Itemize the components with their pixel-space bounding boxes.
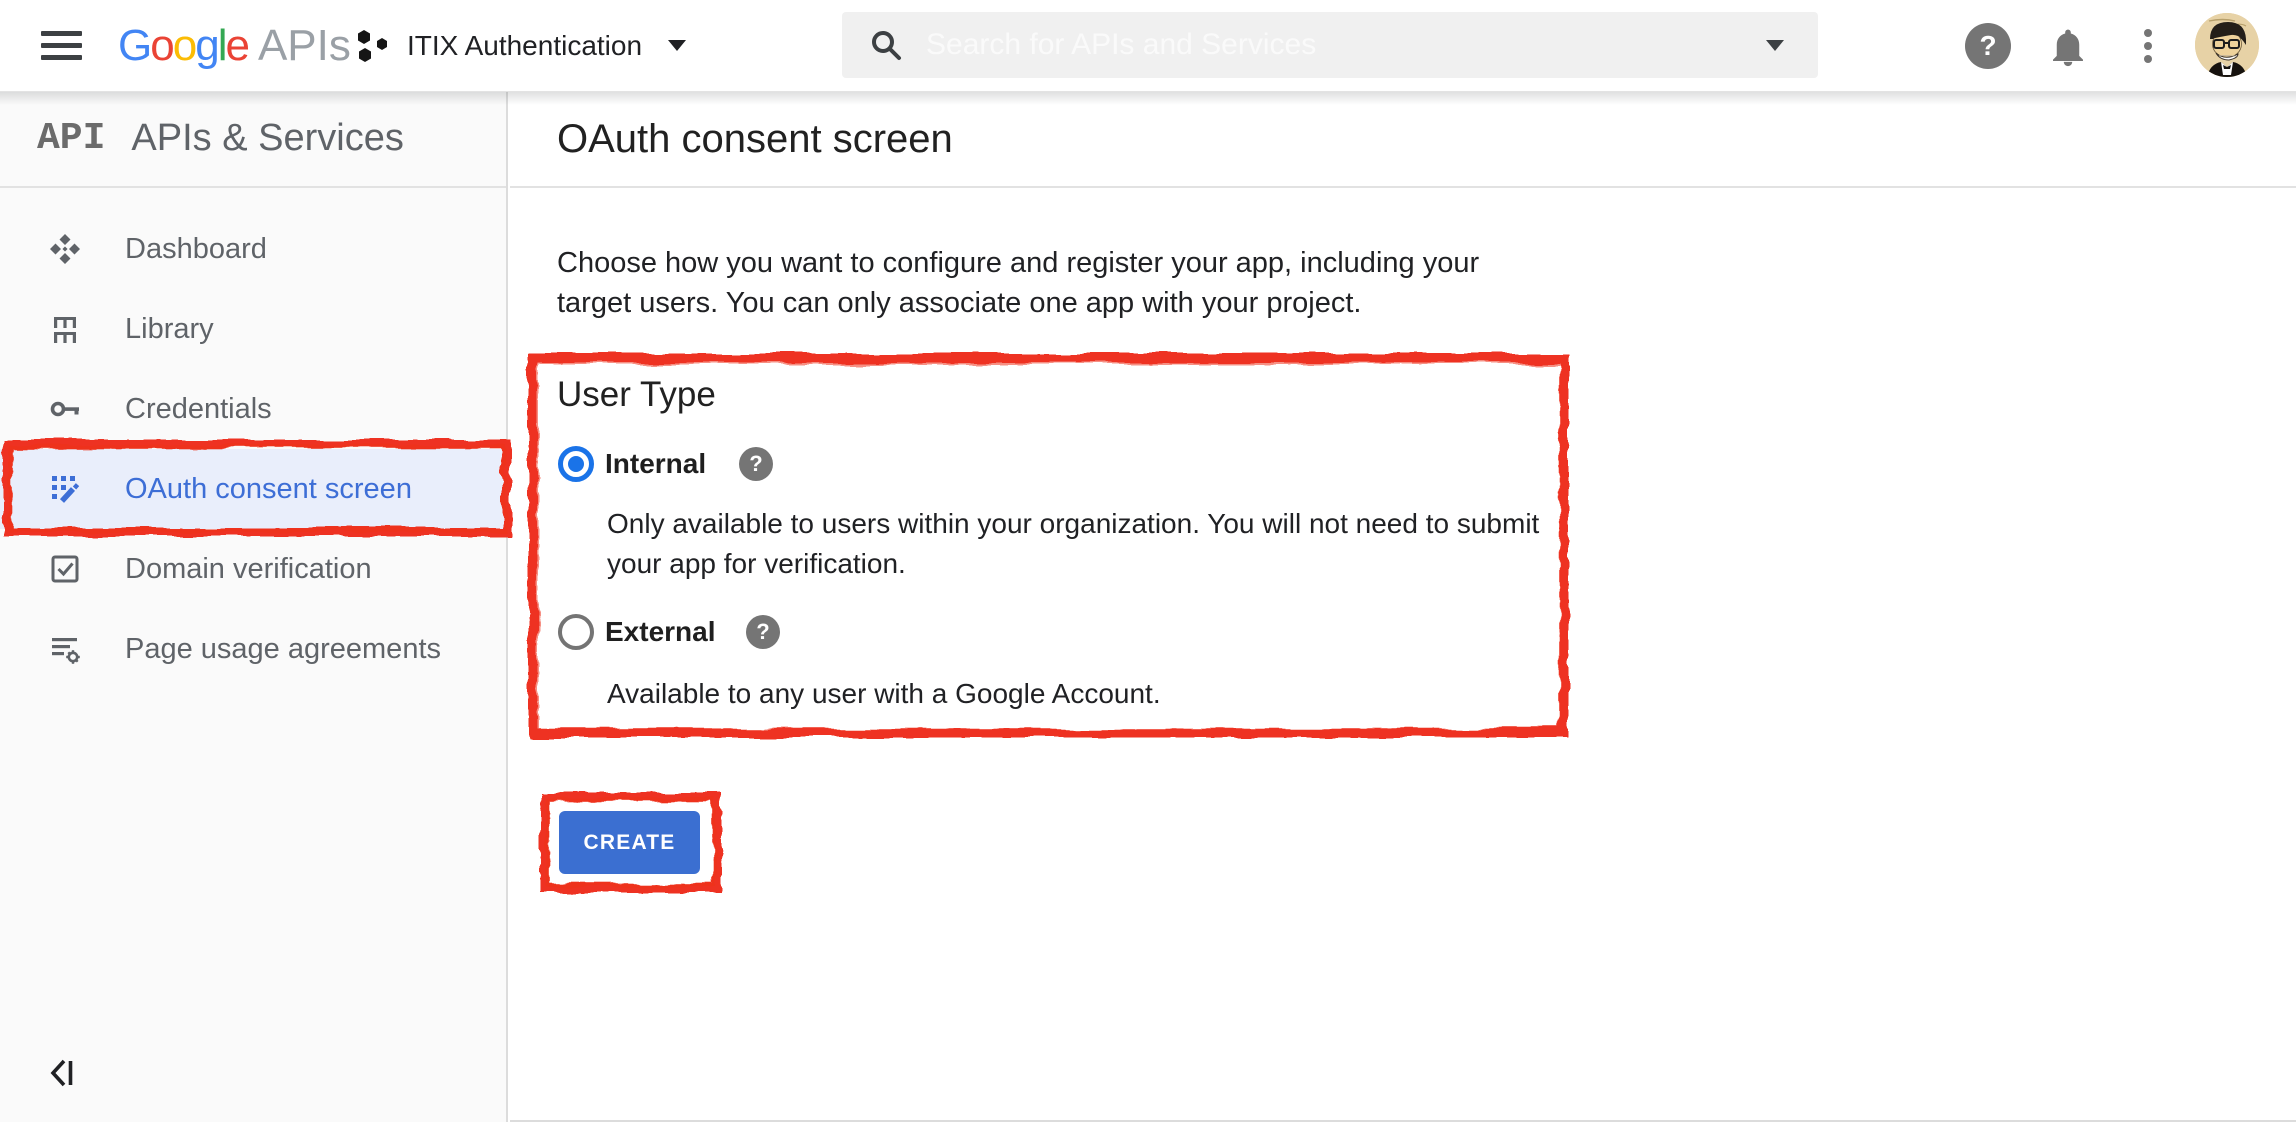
internal-label: Internal — [605, 446, 706, 482]
search-dropdown-caret-icon[interactable] — [1766, 40, 1784, 51]
sidebar-header: API APIs & Services — [0, 91, 506, 188]
notifications-button[interactable] — [2045, 0, 2091, 91]
user-type-heading: User Type — [557, 375, 716, 415]
sidebar-title: APIs & Services — [131, 117, 403, 160]
sidebar-nav: Dashboard Library — [0, 188, 506, 689]
page-usage-icon — [48, 632, 82, 666]
vertical-dots-icon — [2144, 29, 2152, 63]
google-apis-logo[interactable]: Google APIs — [118, 0, 351, 91]
internal-help-icon[interactable]: ? — [739, 447, 773, 481]
bell-icon — [2046, 24, 2090, 68]
api-product-logo: API — [37, 117, 105, 160]
external-radio[interactable] — [558, 614, 594, 650]
internal-radio[interactable] — [558, 446, 594, 482]
internal-description: Only available to users within your orga… — [607, 504, 1557, 584]
external-description: Available to any user with a Google Acco… — [607, 674, 1557, 714]
help-icon: ? — [1965, 23, 2011, 69]
google-logo-text: Google — [118, 21, 248, 71]
consent-screen-icon — [48, 472, 82, 506]
avatar-caricature — [2195, 13, 2259, 77]
intro-text: Choose how you want to configure and reg… — [557, 243, 1557, 323]
project-selector[interactable]: ITIX Authentication — [355, 0, 686, 91]
sidebar: API APIs & Services Dashboard — [0, 91, 508, 1122]
search-input[interactable] — [904, 15, 1766, 75]
page-header: OAuth consent screen — [510, 91, 2296, 188]
account-avatar[interactable] — [2195, 13, 2259, 77]
apis-logo-text: APIs — [258, 21, 351, 71]
project-icon — [355, 27, 393, 65]
help-button[interactable]: ? — [1965, 0, 2011, 91]
sidebar-item-credentials[interactable]: Credentials — [0, 369, 506, 449]
domain-verification-icon — [48, 552, 82, 586]
create-button[interactable]: CREATE — [559, 811, 700, 874]
key-icon — [48, 392, 82, 426]
external-label: External — [605, 614, 716, 650]
collapse-chevron-icon — [44, 1055, 78, 1091]
sidebar-item-page-usage-agreements[interactable]: Page usage agreements — [0, 609, 506, 689]
dashboard-icon — [48, 232, 82, 266]
sidebar-item-oauth-consent-screen[interactable]: OAuth consent screen — [0, 449, 506, 529]
more-options-button[interactable] — [2128, 0, 2168, 91]
project-name: ITIX Authentication — [407, 30, 642, 62]
library-icon — [48, 312, 82, 346]
hamburger-menu-icon[interactable] — [41, 31, 82, 60]
search-bar — [842, 12, 1818, 78]
page-title: OAuth consent screen — [557, 91, 953, 188]
main-content: OAuth consent screen Choose how you want… — [510, 91, 2296, 1122]
external-help-icon[interactable]: ? — [746, 615, 780, 649]
sidebar-item-dashboard[interactable]: Dashboard — [0, 209, 506, 289]
project-caret-icon — [668, 40, 686, 51]
search-icon — [868, 27, 904, 63]
collapse-sidebar-button[interactable] — [44, 1055, 78, 1091]
gcp-console-window: Google APIs ITIX Authentication ? — [0, 0, 2296, 1122]
app-bar: Google APIs ITIX Authentication ? — [0, 0, 2296, 92]
sidebar-item-domain-verification[interactable]: Domain verification — [0, 529, 506, 609]
sidebar-item-library[interactable]: Library — [0, 289, 506, 369]
